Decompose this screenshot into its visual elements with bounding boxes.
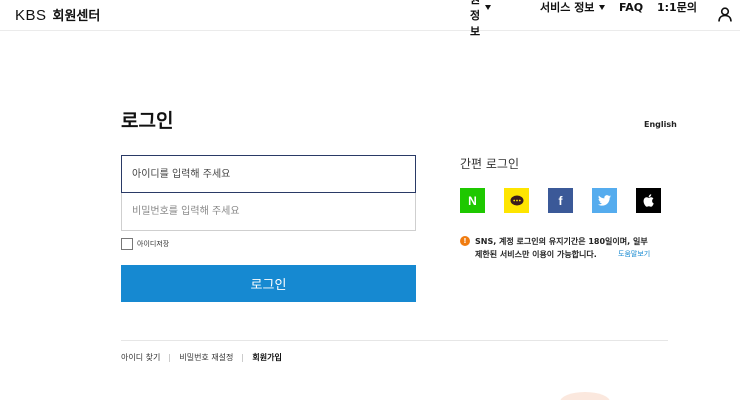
info-icon: ! <box>460 236 470 246</box>
naver-login-button[interactable]: N <box>460 188 485 213</box>
save-id-option[interactable]: 아이디저장 <box>121 238 169 250</box>
divider <box>121 340 668 341</box>
link-separator <box>242 353 244 362</box>
account-links: 아이디 찾기 비밀번호 재설정 회원가입 <box>121 352 282 363</box>
nav-service-info-label: 서비스 정보 <box>540 1 595 14</box>
brand-title: 회원센터 <box>52 9 101 24</box>
kakao-icon <box>510 195 523 205</box>
nav-faq-label: FAQ <box>619 0 644 14</box>
save-id-label: 아이디저장 <box>137 240 170 248</box>
nav-faq[interactable]: FAQ <box>619 1 643 14</box>
notice-text-line2: 제한된 서비스만 이용이 가능합니다. <box>475 250 597 259</box>
kbs-logo: KBS <box>15 7 47 24</box>
notice-text-line1: SNS, 계정 로그인의 유지기간은 180일이며, 일부 <box>475 237 648 246</box>
nav-member-info-label: 회원정보 <box>470 0 481 38</box>
nav-inquiry[interactable]: 1:1문의 <box>657 0 697 15</box>
brand-logo[interactable]: KBS 회원센터 <box>15 5 100 24</box>
signup-link[interactable]: 회원가입 <box>252 352 281 363</box>
apple-login-button[interactable] <box>636 188 661 213</box>
decorative-shape <box>560 392 610 400</box>
top-header: KBS 회원센터 회원정보 서비스 정보 FAQ 1:1문의 <box>0 0 740 38</box>
id-input[interactable] <box>121 155 416 193</box>
find-id-link[interactable]: 아이디 찾기 <box>121 352 160 363</box>
login-button[interactable]: 로그인 <box>121 265 416 302</box>
facebook-icon: f <box>558 193 563 208</box>
caret-down-icon <box>599 4 606 10</box>
english-link[interactable]: English <box>644 120 677 129</box>
facebook-login-button[interactable]: f <box>548 188 573 213</box>
link-separator <box>169 353 171 362</box>
page-title: 로그인 <box>121 110 174 132</box>
twitter-icon <box>598 195 611 206</box>
nav-service-info[interactable]: 서비스 정보 <box>540 0 606 15</box>
caret-down-icon <box>485 4 492 10</box>
nav-member-info[interactable]: 회원정보 <box>470 0 492 39</box>
password-input[interactable] <box>121 193 416 231</box>
kakao-login-button[interactable] <box>504 188 529 213</box>
save-id-checkbox[interactable] <box>121 238 133 250</box>
apple-icon <box>643 194 654 207</box>
sns-login-title: 간편 로그인 <box>460 157 520 171</box>
nav-inquiry-label: 1:1문의 <box>657 1 697 14</box>
twitter-login-button[interactable] <box>592 188 617 213</box>
help-link[interactable]: 도움말보기 <box>618 248 650 261</box>
reset-password-link[interactable]: 비밀번호 재설정 <box>179 352 233 363</box>
naver-icon: N <box>468 193 477 208</box>
user-icon[interactable] <box>718 7 732 22</box>
